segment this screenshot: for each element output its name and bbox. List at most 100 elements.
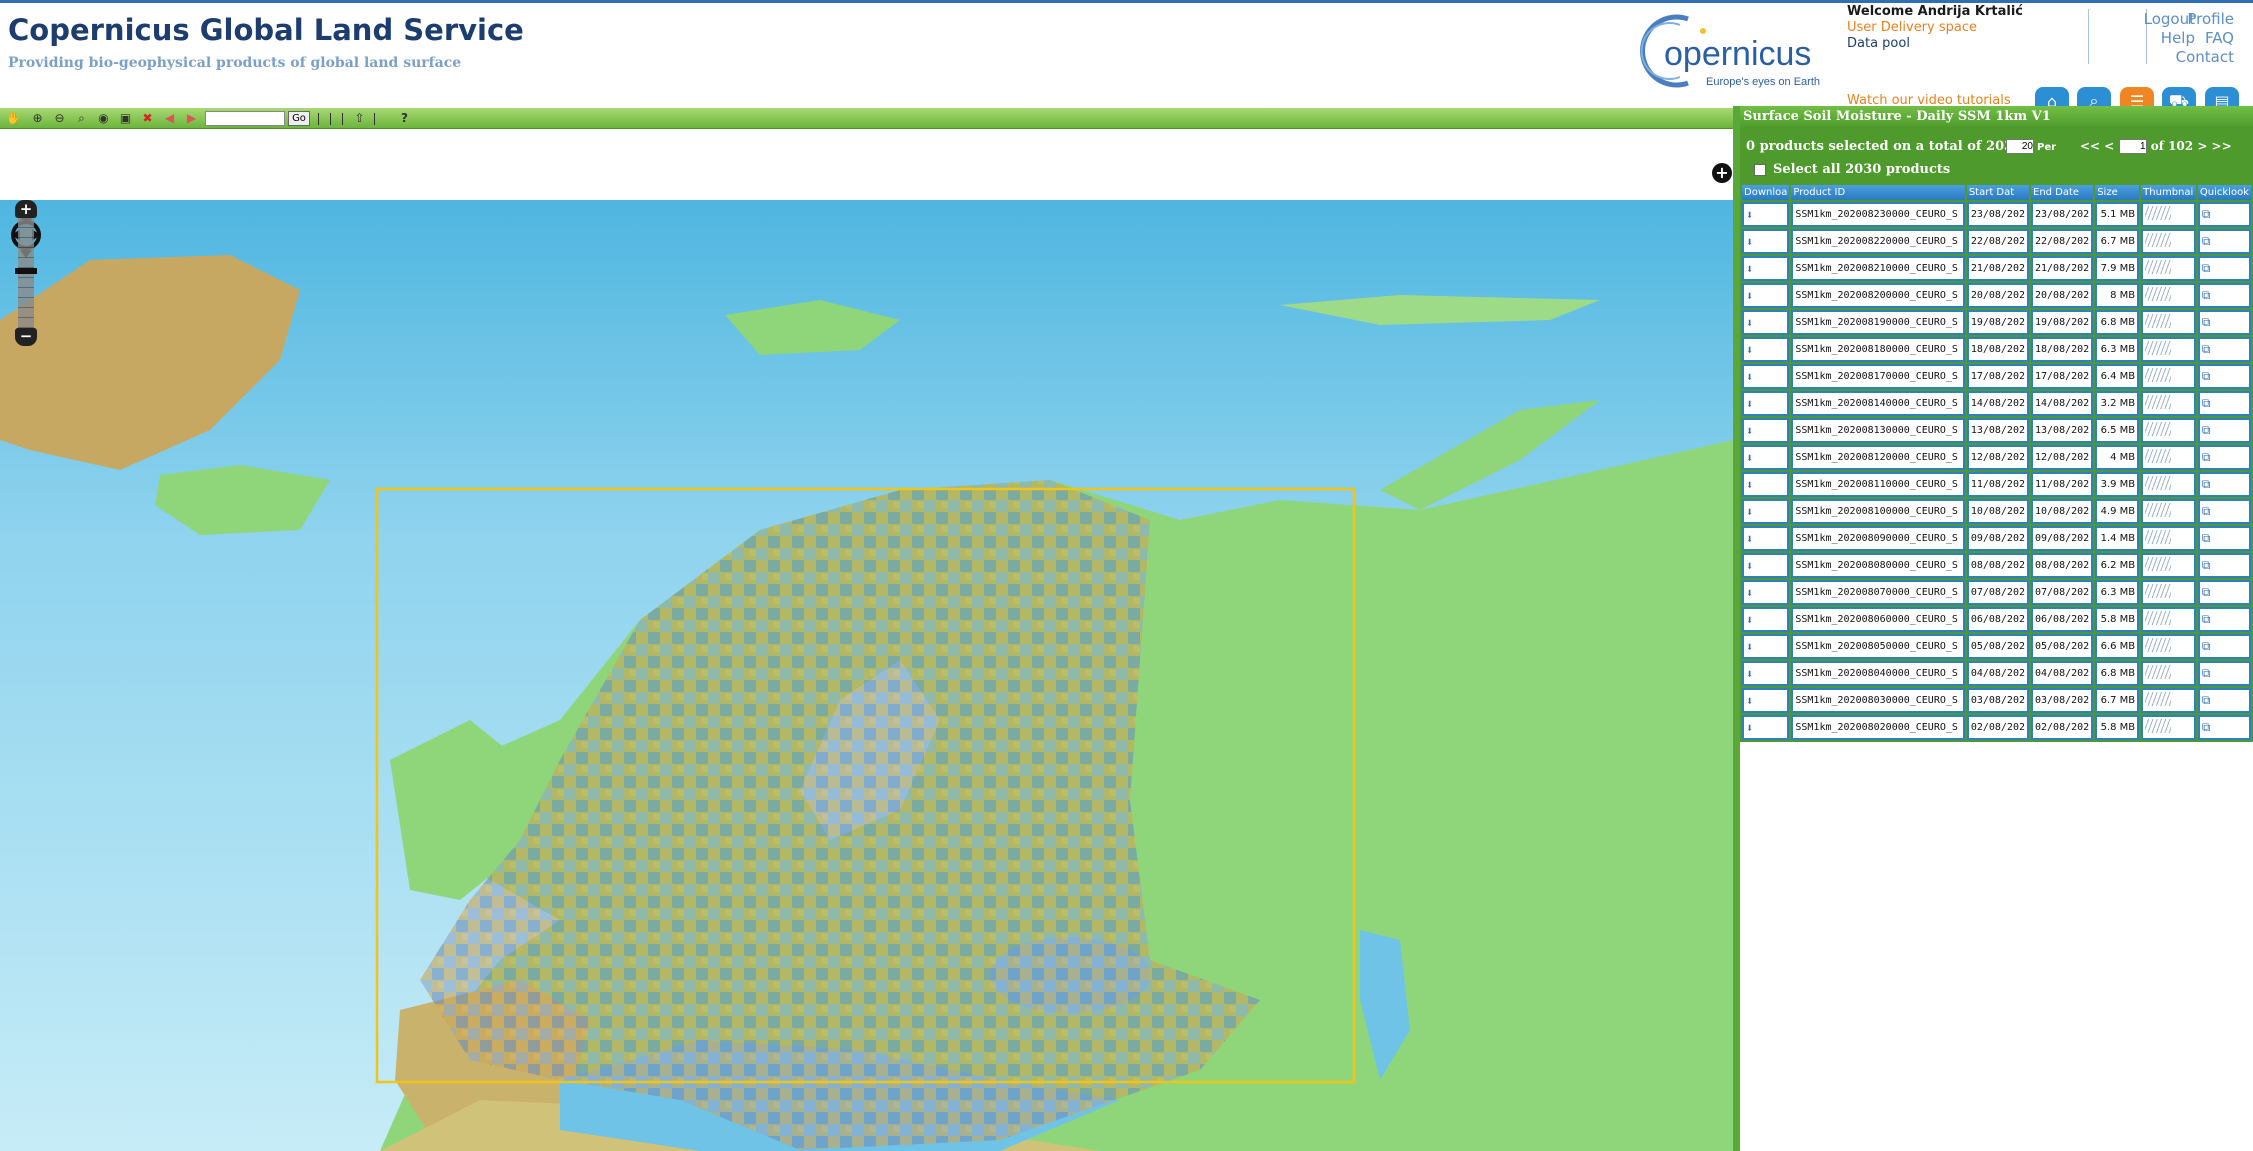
thumbnail-image[interactable] [2145, 260, 2172, 274]
quicklook-icon[interactable]: ⧉ [2202, 720, 2211, 734]
thumbnail-image[interactable] [2145, 638, 2172, 652]
quicklook-cell[interactable]: ⧉ [2197, 229, 2251, 254]
thumbnail-image[interactable] [2145, 503, 2172, 517]
download-icon[interactable]: ⬇ [1746, 532, 1753, 546]
zoom-in-button[interactable]: + [15, 200, 37, 218]
download-icon[interactable]: ⬇ [1746, 613, 1753, 627]
quicklook-icon[interactable]: ⧉ [2202, 531, 2211, 545]
download-cell[interactable]: ⬇ [1742, 607, 1790, 632]
thumbnail-image[interactable] [2145, 449, 2172, 463]
table-row[interactable]: ⬇ SSM1km_202008200000_CEURO_S 20/08/202 20/… [1742, 283, 2251, 308]
col-product-id[interactable]: Product ID [1791, 185, 1965, 200]
help-icon[interactable]: ? [397, 111, 412, 126]
user-delivery-space-link[interactable]: User Delivery space [1847, 20, 1977, 35]
table-row[interactable]: ⬇ SSM1km_202008170000_CEURO_S 17/08/202 17/… [1742, 364, 2251, 389]
download-icon[interactable]: ⬇ [1746, 694, 1753, 708]
quicklook-icon[interactable]: ⧉ [2202, 234, 2211, 248]
product-id-cell[interactable]: SSM1km_202008130000_CEURO_S [1791, 418, 1965, 443]
thumbnail-cell[interactable] [2141, 337, 2196, 362]
select-all-checkbox[interactable] [1754, 163, 1766, 176]
pager-next-buttons[interactable]: > >> [2197, 139, 2231, 153]
download-cell[interactable]: ⬇ [1742, 256, 1790, 281]
zoom-out-tool-icon[interactable]: ⊖ [52, 111, 67, 126]
thumbnail-cell[interactable] [2141, 526, 2196, 551]
thumbnail-image[interactable] [2145, 557, 2172, 571]
quicklook-icon[interactable]: ⧉ [2202, 504, 2211, 518]
quicklook-cell[interactable]: ⧉ [2197, 580, 2251, 605]
product-id-cell[interactable]: SSM1km_202008060000_CEURO_S [1791, 607, 1965, 632]
download-icon[interactable]: ⬇ [1746, 316, 1753, 330]
select-all-row[interactable]: Select all 2030 products [1754, 162, 1950, 177]
download-icon[interactable]: ⬇ [1746, 208, 1753, 222]
download-cell[interactable]: ⬇ [1742, 715, 1790, 740]
download-icon[interactable]: ⬇ [1746, 451, 1753, 465]
thumbnail-cell[interactable] [2141, 310, 2196, 335]
download-icon[interactable]: ⬇ [1746, 586, 1753, 600]
download-icon[interactable]: ⬇ [1746, 235, 1753, 249]
download-cell[interactable]: ⬇ [1742, 688, 1790, 713]
quicklook-cell[interactable]: ⧉ [2197, 472, 2251, 497]
thumbnail-image[interactable] [2145, 341, 2172, 355]
product-id-cell[interactable]: SSM1km_202008180000_CEURO_S [1791, 337, 1965, 362]
quicklook-icon[interactable]: ⧉ [2202, 315, 2211, 329]
contact-link[interactable]: Contact [2150, 48, 2234, 66]
thumbnail-cell[interactable] [2141, 445, 2196, 470]
thumbnail-image[interactable] [2145, 476, 2172, 490]
thumbnail-cell[interactable] [2141, 283, 2196, 308]
download-cell[interactable]: ⬇ [1742, 553, 1790, 578]
globe-icon[interactable]: ◉ [96, 111, 111, 126]
quicklook-cell[interactable]: ⧉ [2197, 364, 2251, 389]
faq-link[interactable]: FAQ [2150, 29, 2234, 47]
download-cell[interactable]: ⬇ [1742, 634, 1790, 659]
thumbnail-cell[interactable] [2141, 607, 2196, 632]
thumbnail-cell[interactable] [2141, 661, 2196, 686]
download-cell[interactable]: ⬇ [1742, 418, 1790, 443]
quicklook-cell[interactable]: ⧉ [2197, 310, 2251, 335]
download-cell[interactable]: ⬇ [1742, 661, 1790, 686]
download-cell[interactable]: ⬇ [1742, 499, 1790, 524]
quicklook-cell[interactable]: ⧉ [2197, 418, 2251, 443]
quicklook-cell[interactable]: ⧉ [2197, 337, 2251, 362]
product-id-cell[interactable]: SSM1km_202008120000_CEURO_S [1791, 445, 1965, 470]
thumbnail-image[interactable] [2145, 314, 2172, 328]
download-icon[interactable]: ⬇ [1746, 262, 1753, 276]
quicklook-icon[interactable]: ⧉ [2202, 666, 2211, 680]
pager-prev-buttons[interactable]: << < [2080, 139, 2114, 153]
product-id-cell[interactable]: SSM1km_202008230000_CEURO_S [1791, 202, 1965, 227]
quicklook-icon[interactable]: ⧉ [2202, 369, 2211, 383]
download-cell[interactable]: ⬇ [1742, 202, 1790, 227]
location-search-input[interactable] [205, 111, 285, 126]
download-icon[interactable]: ⬇ [1746, 370, 1753, 384]
quicklook-cell[interactable]: ⧉ [2197, 256, 2251, 281]
quicklook-icon[interactable]: ⧉ [2202, 639, 2211, 653]
product-id-cell[interactable]: SSM1km_202008140000_CEURO_S [1791, 391, 1965, 416]
thumbnail-image[interactable] [2145, 719, 2172, 733]
product-id-cell[interactable]: SSM1km_202008100000_CEURO_S [1791, 499, 1965, 524]
quicklook-icon[interactable]: ⧉ [2202, 342, 2211, 356]
quicklook-cell[interactable]: ⧉ [2197, 553, 2251, 578]
quicklook-icon[interactable]: ⧉ [2202, 423, 2211, 437]
layer-switcher-button[interactable]: + [1712, 163, 1732, 183]
table-row[interactable]: ⬇ SSM1km_202008110000_CEURO_S 11/08/202 11/… [1742, 472, 2251, 497]
download-cell[interactable]: ⬇ [1742, 526, 1790, 551]
product-id-cell[interactable]: SSM1km_202008220000_CEURO_S [1791, 229, 1965, 254]
zoom-box-icon[interactable]: ⌕ [74, 111, 89, 126]
thumbnail-image[interactable] [2145, 584, 2172, 598]
next-extent-icon[interactable]: ▶ [184, 111, 199, 126]
thumbnail-cell[interactable] [2141, 418, 2196, 443]
table-row[interactable]: ⬇ SSM1km_202008040000_CEURO_S 04/08/202 04/… [1742, 661, 2251, 686]
thumbnail-image[interactable] [2145, 422, 2172, 436]
thumbnail-image[interactable] [2145, 206, 2172, 220]
thumbnail-image[interactable] [2145, 692, 2172, 706]
product-id-cell[interactable]: SSM1km_202008190000_CEURO_S [1791, 310, 1965, 335]
quicklook-cell[interactable]: ⧉ [2197, 283, 2251, 308]
download-cell[interactable]: ⬇ [1742, 580, 1790, 605]
quicklook-icon[interactable]: ⧉ [2202, 612, 2211, 626]
col-size[interactable]: Size [2095, 185, 2140, 200]
table-row[interactable]: ⬇ SSM1km_202008230000_CEURO_S 23/08/202 23/… [1742, 202, 2251, 227]
product-id-cell[interactable]: SSM1km_202008090000_CEURO_S [1791, 526, 1965, 551]
download-cell[interactable]: ⬇ [1742, 391, 1790, 416]
table-row[interactable]: ⬇ SSM1km_202008090000_CEURO_S 09/08/202 09/… [1742, 526, 2251, 551]
clear-icon[interactable]: ✖ [140, 111, 155, 126]
product-id-cell[interactable]: SSM1km_202008170000_CEURO_S [1791, 364, 1965, 389]
